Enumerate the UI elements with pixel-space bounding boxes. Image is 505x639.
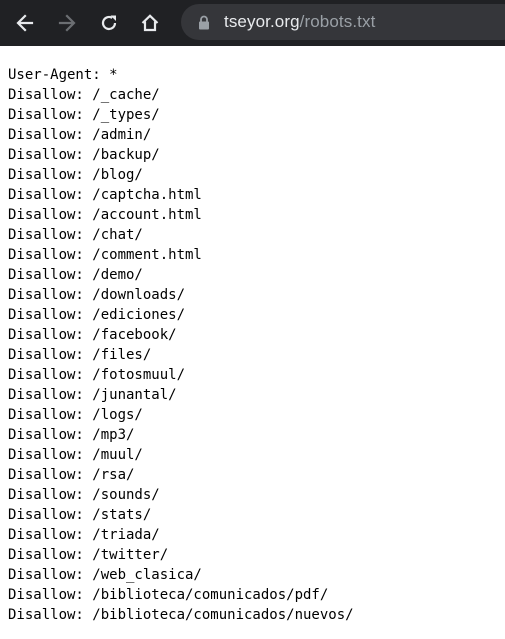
url-domain: tseyor.org	[224, 12, 300, 31]
robots-line: Disallow: /downloads/	[8, 287, 186, 303]
address-bar[interactable]: tseyor.org/robots.txt	[181, 4, 505, 40]
robots-line: Disallow: /mp3/	[8, 427, 135, 443]
lock-icon	[196, 14, 212, 30]
robots-text: User-Agent: * Disallow: /_cache/Disallow:…	[8, 65, 497, 625]
robots-line: Disallow: /_cache/	[8, 87, 160, 103]
back-button[interactable]	[10, 8, 40, 38]
robots-line: Disallow: /stats/	[8, 507, 152, 523]
url-text: tseyor.org/robots.txt	[224, 12, 375, 32]
home-icon	[140, 13, 160, 33]
robots-line: Disallow: /blog/	[8, 167, 143, 183]
robots-line: Disallow: /captcha.html	[8, 187, 202, 203]
robots-line: Disallow: /sounds/	[8, 487, 160, 503]
robots-line: Disallow: /comment.html	[8, 247, 202, 263]
robots-line: Disallow: /twitter/	[8, 547, 169, 563]
robots-line: Disallow: /fotosmuul/	[8, 367, 186, 383]
robots-line: User-Agent: *	[8, 67, 118, 83]
robots-line: Disallow: /backup/	[8, 147, 160, 163]
robots-line: Disallow: /junantal/	[8, 387, 177, 403]
home-button[interactable]	[135, 8, 165, 38]
robots-line: Disallow: /web_clasica/	[8, 567, 202, 583]
robots-line: Disallow: /admin/	[8, 127, 152, 143]
robots-line: Disallow: /triada/	[8, 527, 160, 543]
page-content: User-Agent: * Disallow: /_cache/Disallow:…	[0, 46, 505, 639]
robots-line: Disallow: /account.html	[8, 207, 202, 223]
reload-button[interactable]	[94, 8, 124, 38]
robots-line: Disallow: /logs/	[8, 407, 143, 423]
robots-line: Disallow: /ediciones/	[8, 307, 186, 323]
robots-line: Disallow: /biblioteca/comunicados/pdf/	[8, 587, 329, 603]
forward-button[interactable]	[52, 8, 82, 38]
reload-icon	[99, 13, 119, 33]
robots-line: Disallow: /chat/	[8, 227, 143, 243]
robots-line: Disallow: /muul/	[8, 447, 143, 463]
url-path: /robots.txt	[299, 12, 376, 31]
robots-line: Disallow: /_types/	[8, 107, 160, 123]
arrow-right-icon	[57, 13, 77, 33]
robots-line: Disallow: /biblioteca/comunicados/nuevos…	[8, 607, 354, 623]
robots-line: Disallow: /demo/	[8, 267, 143, 283]
robots-line: Disallow: /rsa/	[8, 467, 135, 483]
robots-line: Disallow: /files/	[8, 347, 152, 363]
arrow-left-icon	[15, 13, 35, 33]
robots-line: Disallow: /facebook/	[8, 327, 177, 343]
browser-toolbar: tseyor.org/robots.txt	[0, 0, 505, 46]
